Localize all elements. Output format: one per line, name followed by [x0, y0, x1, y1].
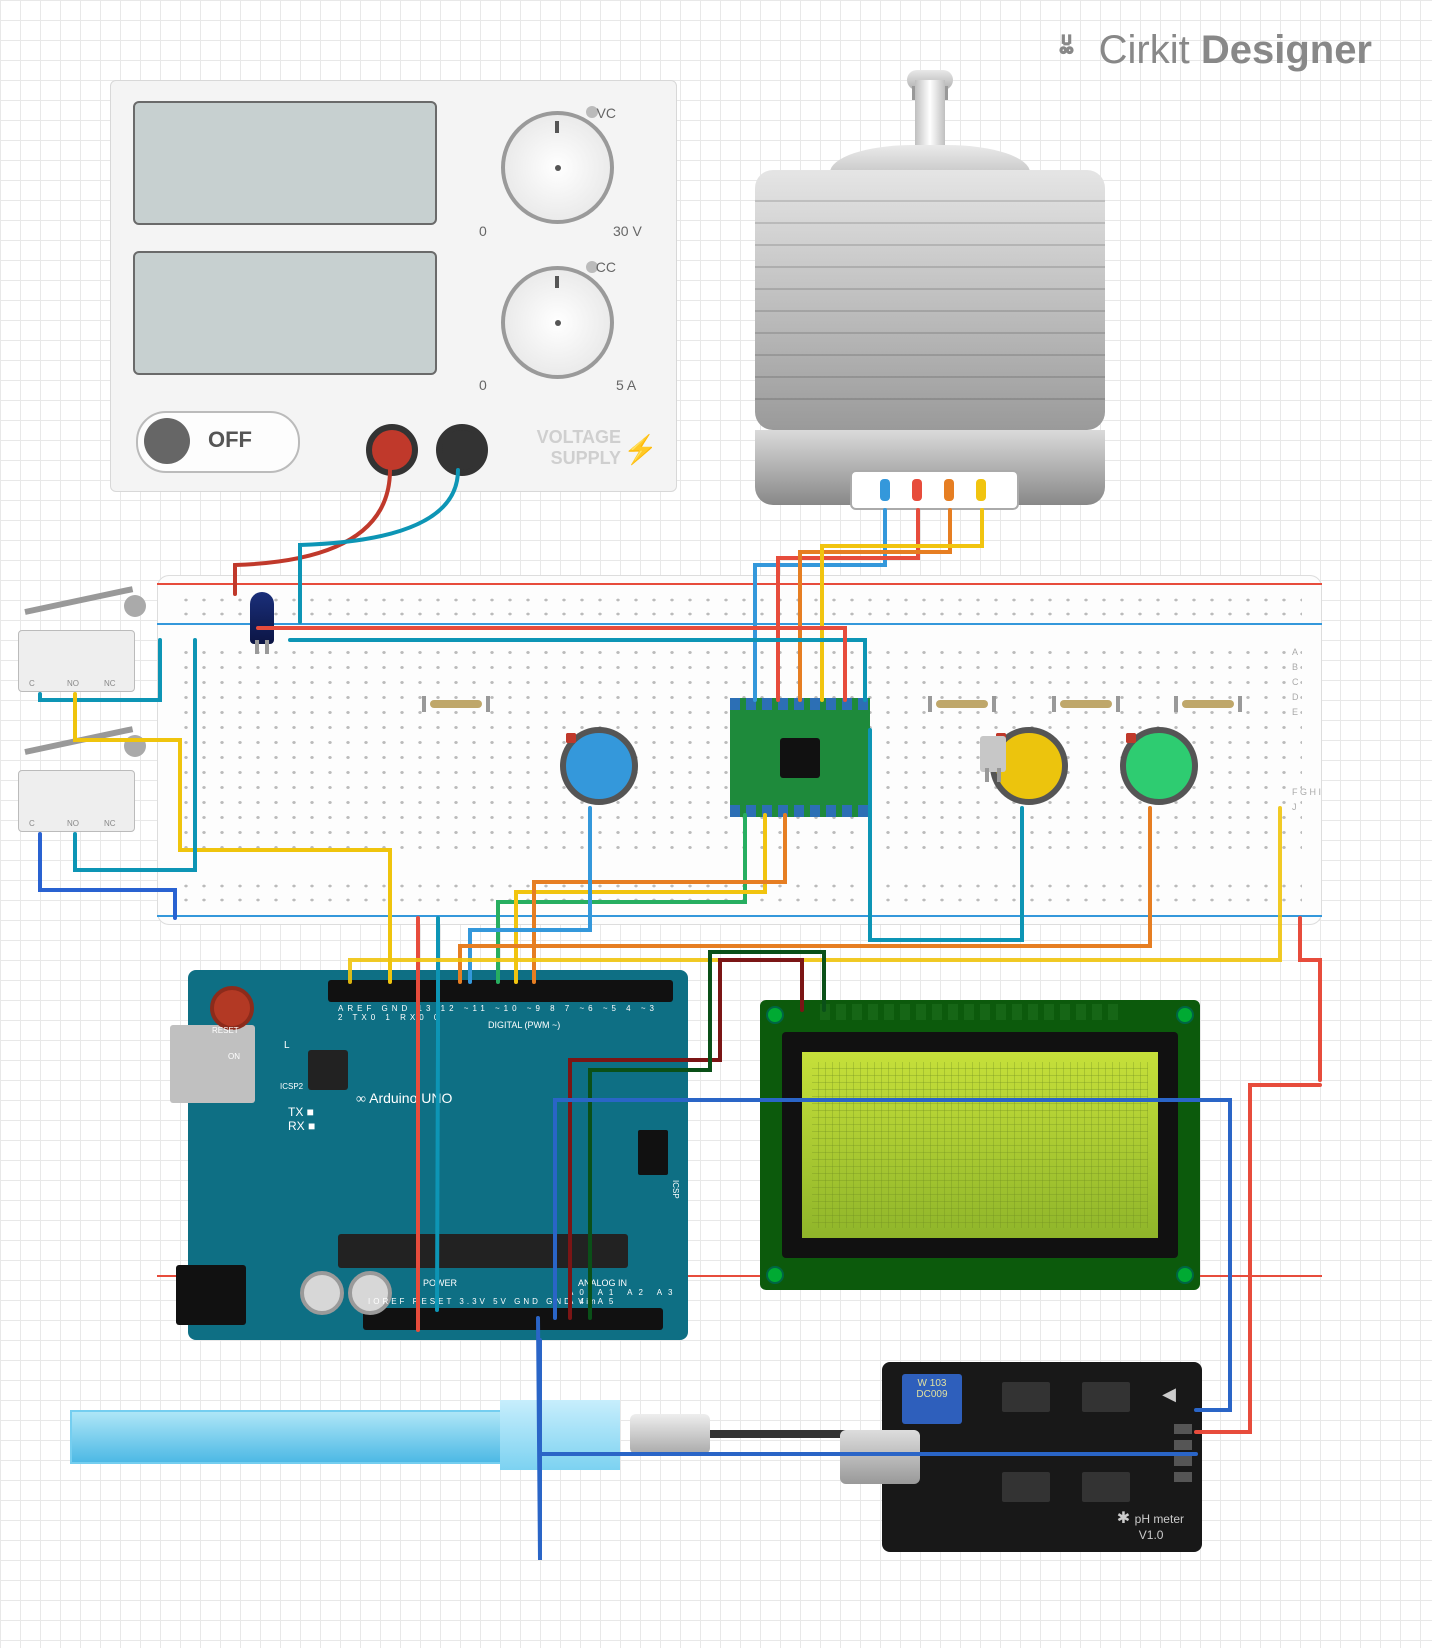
psu-power-button[interactable]: OFF: [136, 411, 300, 473]
arduino-on-label: ON: [228, 1052, 240, 1061]
ph-meter-board: W 103 DC009 ◀ ✱ pH meter V1.0: [882, 1362, 1202, 1552]
arduino-digital-group-label: DIGITAL (PWM ~): [488, 1020, 560, 1030]
ph-bnc-connector[interactable]: [840, 1430, 920, 1484]
breadboard-row-letters-bot: F G H I J: [1292, 785, 1322, 815]
resistor-3: [1060, 700, 1112, 708]
resistor-1: [430, 700, 482, 708]
arduino-reset-button[interactable]: [210, 986, 254, 1030]
psu-current-knob[interactable]: [501, 266, 614, 379]
lcd-header-pins[interactable]: [820, 1004, 1120, 1020]
resistor-2: [936, 700, 988, 708]
reset-label: RESET: [212, 1026, 239, 1035]
lcd-screen: [802, 1052, 1158, 1238]
arduino-power-group-label: POWER: [423, 1278, 457, 1288]
psu-out-negative[interactable]: [436, 424, 488, 476]
arduino-aux-chip: [308, 1050, 348, 1090]
atmega-chip: [338, 1234, 628, 1268]
limit-switch-1[interactable]: C NO NC: [18, 630, 135, 692]
psu-out-positive[interactable]: [366, 424, 418, 476]
arduino-uno: RESET ∞ Arduino UNO TX ■RX ■ L ICSP2 ARE…: [188, 970, 688, 1340]
arduino-icsp-header[interactable]: [638, 1130, 668, 1175]
breadboard-row-letters-top: A B C D E: [1292, 645, 1299, 720]
psu-display-current: [133, 251, 437, 375]
arduino-analog-group-label: ANALOG IN: [578, 1278, 627, 1288]
electrolytic-capacitor: [250, 592, 274, 644]
ph-header-pins[interactable]: [1174, 1424, 1192, 1484]
psu-k1-min: 0: [479, 223, 487, 239]
arduino-analog-labels: A0 A1 A2 A3 A4 A5: [568, 1288, 688, 1306]
brand-watermark: Cirkit Designer: [1057, 25, 1372, 73]
push-button-blue[interactable]: [560, 727, 638, 805]
psu-k2-max: 5 A: [616, 377, 636, 393]
arduino-power-labels: IOREF RESET 3.3V 5V GND GND Vin: [368, 1297, 599, 1306]
bolt-icon: ⚡: [623, 433, 658, 466]
psu-k2-min: 0: [479, 377, 487, 393]
ph-calibration-pot[interactable]: W 103 DC009: [902, 1374, 962, 1424]
arduino-tx-rx-leds: TX ■RX ■: [288, 1105, 315, 1133]
a4988-driver: [730, 700, 870, 815]
ph-board-label: ✱ pH meter V1.0: [1117, 1508, 1184, 1542]
stepper-motor: [755, 100, 1105, 510]
psu-voltage-knob[interactable]: [501, 111, 614, 224]
arduino-power-analog-header[interactable]: [363, 1308, 663, 1330]
ph-probe: [70, 1400, 630, 1470]
resistor-4: [1182, 700, 1234, 708]
psu-voltage-supply-label: VOLTAGE SUPPLY: [537, 427, 621, 469]
psu-display-voltage: [133, 101, 437, 225]
arduino-logo-text: ∞ Arduino UNO: [356, 1090, 452, 1108]
arrow-icon: ◀: [1162, 1384, 1176, 1405]
arduino-icsp-label: ICSP: [671, 1180, 680, 1199]
arduino-icsp2-label: ICSP2: [280, 1082, 303, 1091]
psu-cc-label: CC: [596, 259, 616, 275]
brand-icon: [1057, 28, 1095, 76]
psu-k1-max: 30 V: [613, 223, 642, 239]
push-button-green[interactable]: [1120, 727, 1198, 805]
power-supply: VC CC 0 30 V 0 5 A OFF VOLTAGE SUPPLY ⚡: [110, 80, 677, 492]
lcd-20x4: [760, 1000, 1200, 1290]
arduino-power-jack[interactable]: [176, 1265, 246, 1325]
stepper-connector[interactable]: [850, 470, 1019, 510]
limit-switch-2[interactable]: C NO NC: [18, 770, 135, 832]
arduino-digital-header[interactable]: [328, 980, 673, 1002]
arduino-L-label: L: [284, 1040, 290, 1051]
arduino-usb-port[interactable]: [170, 1025, 255, 1103]
psu-vc-label: VC: [597, 105, 616, 121]
